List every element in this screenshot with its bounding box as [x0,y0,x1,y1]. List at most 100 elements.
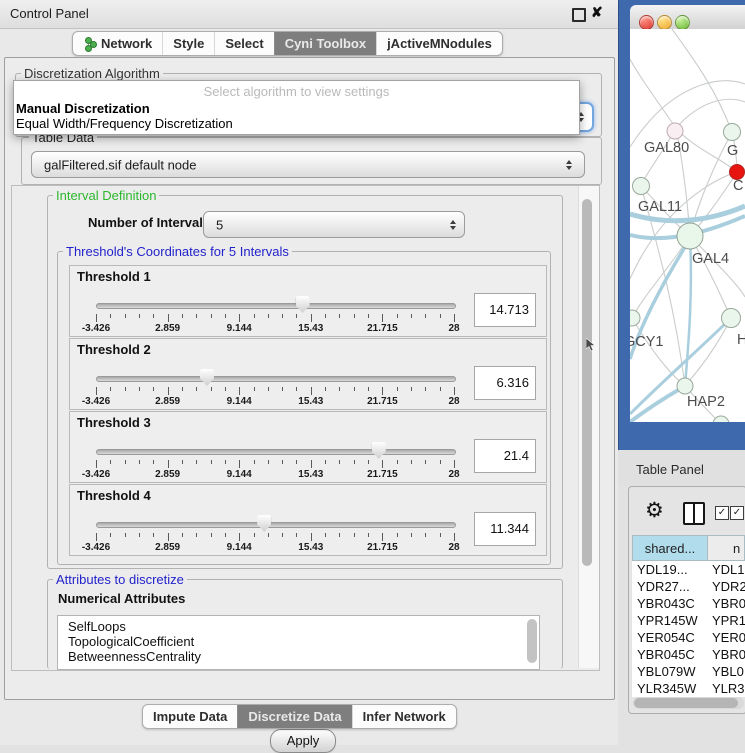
table-cell[interactable]: YDR27... [632,578,708,595]
tick-mark [282,533,283,537]
tick-mark [182,460,183,464]
slider-handle[interactable] [257,515,271,532]
num-intervals-combobox[interactable]: 5 [203,211,465,238]
table-cell[interactable]: YBL0 [708,663,745,680]
network-node[interactable] [713,416,729,422]
float-window-icon[interactable] [572,8,586,22]
scrollbar-thumb[interactable] [582,199,592,566]
threshold-value-field[interactable]: 6.316 [474,366,536,400]
threshold-value-field[interactable]: 11.344 [474,512,536,546]
slider-track[interactable] [96,522,456,528]
table-cell[interactable]: YER054C [632,629,708,646]
tick-mark [311,460,312,468]
tab-jactivemnodules[interactable]: jActiveMNodules [376,32,502,55]
close-icon[interactable]: ✘ [591,4,603,21]
dropdown-option-manual[interactable]: Manual Discretization [16,101,150,116]
slider[interactable] [96,299,454,313]
group-title: Discretization Algorithm [21,66,163,81]
network-canvas[interactable]: GAL80 G C GAL11 GAL4 GCY1 H HAP2 [630,29,745,422]
table-row[interactable]: YBL079WYBL0 [632,663,745,680]
list-item[interactable]: SelfLoops [68,619,126,634]
network-node[interactable] [677,223,703,249]
tab-discretize-data[interactable]: Discretize Data [237,705,351,728]
table-cell[interactable]: YLR3 [708,680,745,697]
table-cell[interactable]: YBR0 [708,595,745,612]
table-data-combobox[interactable]: galFiltered.sif default node [31,151,585,178]
list-scrollbar[interactable] [527,619,537,663]
slider-handle[interactable] [372,442,386,459]
table-cell[interactable]: YBR045C [632,646,708,663]
slider-handle[interactable] [200,369,214,386]
combobox-value: 5 [216,217,223,232]
table-cell[interactable]: YDL1 [708,561,745,578]
table-cell[interactable]: YPR145W [632,612,708,629]
close-traffic-light[interactable] [639,15,654,30]
zoom-traffic-light[interactable] [675,15,690,30]
table-row[interactable]: YLR345WYLR3 [632,680,745,697]
table-hscrollbar [633,697,744,709]
slider[interactable] [96,372,454,386]
column-header-name[interactable]: n [708,535,745,561]
threshold-value-field[interactable]: 14.713 [474,293,536,327]
network-window-titlebar[interactable] [630,5,745,30]
tab-cyni-toolbox[interactable]: Cyni Toolbox [274,32,376,55]
tab-impute-data[interactable]: Impute Data [143,705,237,728]
tab-infer-network[interactable]: Infer Network [352,705,456,728]
network-node[interactable] [633,178,650,195]
tick-mark [196,533,197,537]
tick-mark [182,314,183,318]
table-cell[interactable]: YBR0 [708,646,745,663]
network-node[interactable] [667,123,683,139]
slider-track[interactable] [96,449,456,455]
tick-label: 28 [448,542,459,553]
table-row[interactable]: YBR045CYBR0 [632,646,745,663]
select-all-icon[interactable]: ✓ [730,506,744,520]
numerical-attributes-list: SelfLoops TopologicalCoefficient Between… [57,615,540,670]
scrollbar-thumb[interactable] [634,698,738,708]
slider-track[interactable] [96,303,456,309]
table-cell[interactable]: YBR043C [632,595,708,612]
table-row[interactable]: YER054CYER0 [632,629,745,646]
gear-icon[interactable]: ⚙ [645,498,664,523]
tab-network[interactable]: Network [73,32,162,55]
tick-mark [311,314,312,322]
network-node[interactable] [677,378,693,394]
minimize-traffic-light[interactable] [657,15,672,30]
slider[interactable] [96,445,454,459]
table-row[interactable]: YPR145WYPR1 [632,612,745,629]
slider-handle[interactable] [296,296,310,313]
tick-mark [153,460,154,464]
table-cell[interactable]: YBL079W [632,663,708,680]
tick-mark [325,460,326,464]
tick-mark [282,460,283,464]
tab-select[interactable]: Select [214,32,273,55]
network-node[interactable] [630,310,640,326]
table-cell[interactable]: YLR345W [632,680,708,697]
tab-style[interactable]: Style [162,32,214,55]
column-header-shared[interactable]: shared... [632,535,708,561]
table-cell[interactable]: YDR2 [708,578,745,595]
network-node[interactable] [724,124,741,141]
threshold-value-field[interactable]: 21.4 [474,439,536,473]
threshold-label: Threshold 2 [77,342,151,357]
table-cell[interactable]: YER0 [708,629,745,646]
list-item[interactable]: TopologicalCoefficient [68,634,194,649]
slider[interactable] [96,518,454,532]
select-columns-icon[interactable]: ✓ [715,506,729,520]
dropdown-option-equal-width[interactable]: Equal Width/Frequency Discretization [16,116,233,131]
table-row[interactable]: YDR27...YDR2 [632,578,745,595]
apply-button[interactable]: Apply [270,729,336,753]
table-cell[interactable]: YPR1 [708,612,745,629]
tick-mark [382,387,383,395]
table-row[interactable]: YDL19...YDL1 [632,561,745,578]
tick-label: 21.715 [367,542,398,553]
tick-mark [425,387,426,391]
list-item[interactable]: BetweennessCentrality [68,649,201,664]
split-columns-icon[interactable] [683,502,705,525]
network-node[interactable] [722,309,741,328]
table-cell[interactable]: YDL19... [632,561,708,578]
slider-track[interactable] [96,376,456,382]
table-row[interactable]: YBR043CYBR0 [632,595,745,612]
tick-mark [282,314,283,318]
node-label: C [733,178,743,194]
